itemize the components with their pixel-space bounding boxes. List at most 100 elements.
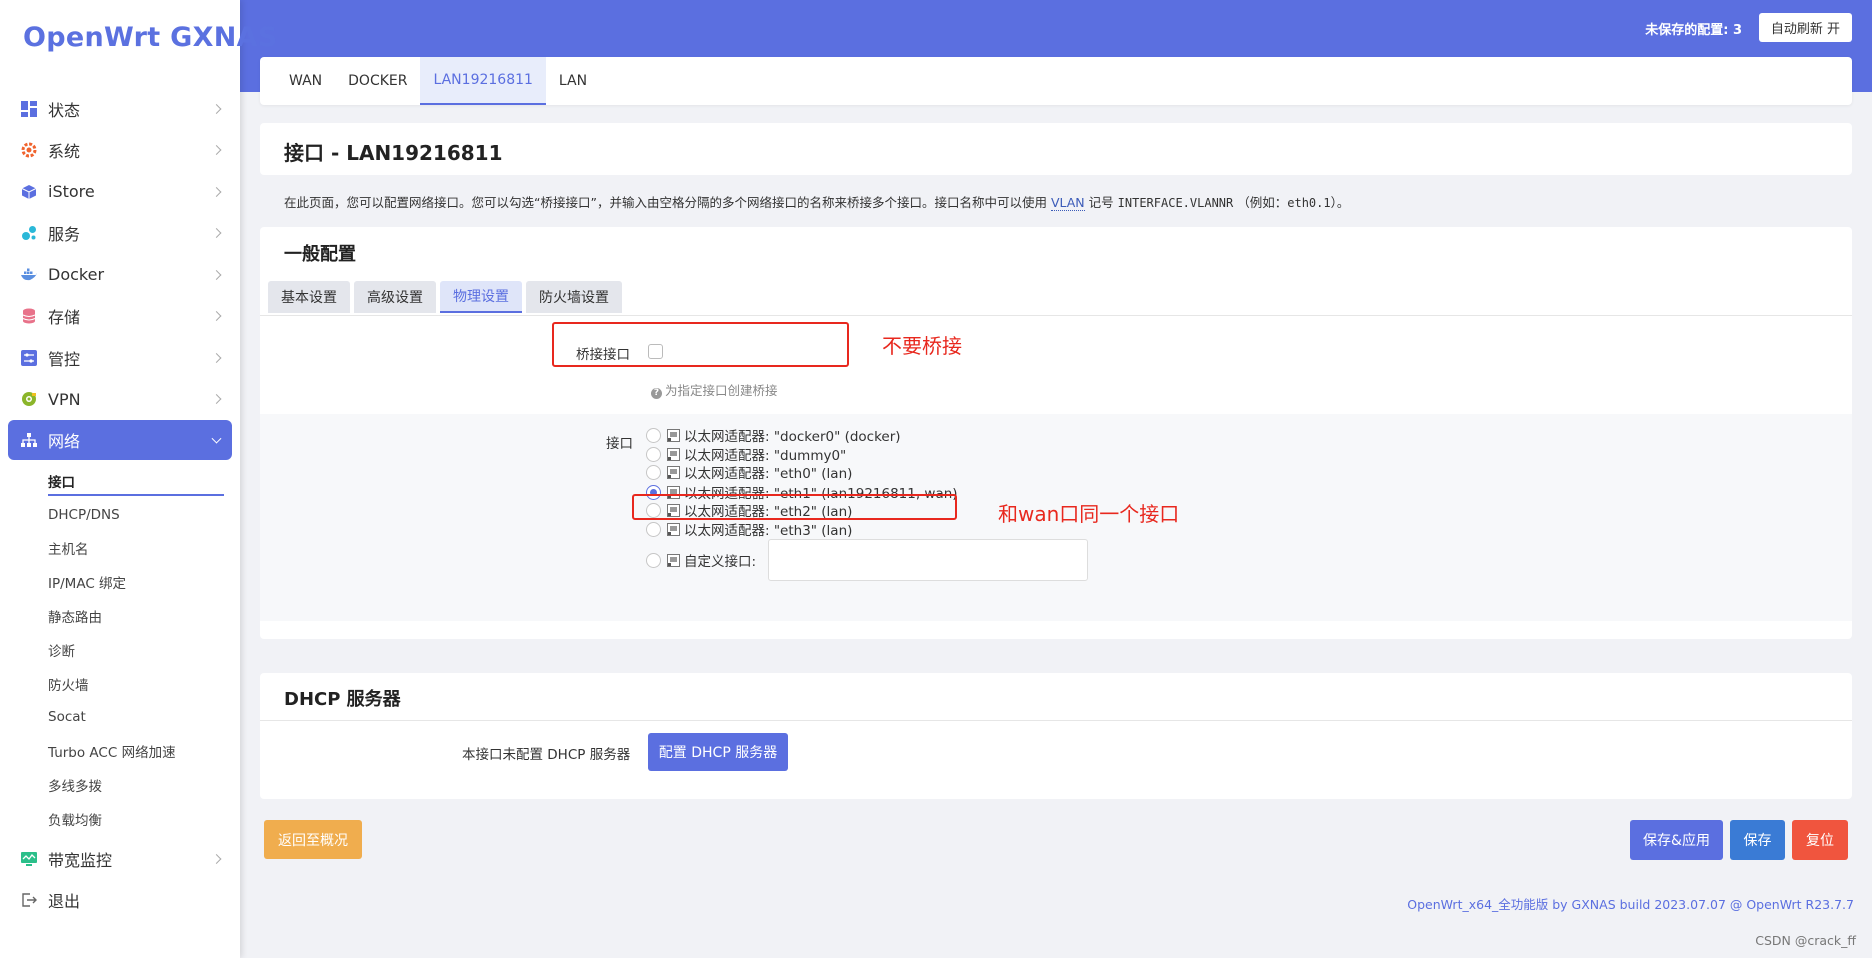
interface-option-custom[interactable]: 自定义接口:	[646, 550, 756, 570]
sidebar-item-istore[interactable]: iStore	[0, 171, 240, 213]
footer-text[interactable]: OpenWrt_x64_全功能版 by GXNAS build 2023.07.…	[1407, 894, 1854, 913]
chevron-right-icon	[211, 853, 222, 864]
annotation-box-interface	[632, 494, 957, 520]
submenu-item-interfaces[interactable]: 接口	[0, 464, 240, 498]
ethernet-icon	[667, 553, 680, 567]
puzzle-icon	[20, 224, 38, 242]
ethernet-icon	[667, 465, 680, 479]
option-label: 以太网适配器: "eth3" (lan)	[684, 523, 853, 539]
tab-lan[interactable]: LAN	[546, 57, 600, 105]
save-apply-button[interactable]: 保存&应用	[1630, 820, 1723, 860]
submenu-item-diagnostics[interactable]: 诊断	[0, 633, 240, 667]
sidebar-item-label: iStore	[48, 182, 95, 202]
description-code: INTERFACE.VLANNR	[1117, 196, 1234, 210]
interface-option-eth0[interactable]: 以太网适配器: "eth0" (lan)	[646, 462, 852, 482]
radio-button[interactable]	[646, 446, 661, 462]
sidebar-item-system[interactable]: 系统	[0, 130, 240, 172]
radio-button[interactable]	[646, 552, 661, 568]
sidebar-item-label: VPN	[48, 389, 81, 409]
configure-dhcp-button[interactable]: 配置 DHCP 服务器	[648, 733, 788, 771]
sidebar-item-logout[interactable]: 退出	[0, 879, 240, 921]
back-to-overview-button[interactable]: 返回至概况	[264, 820, 362, 859]
tab-firewall-settings[interactable]: 防火墙设置	[526, 281, 622, 313]
dhcp-server-panel: DHCP 服务器 本接口未配置 DHCP 服务器 配置 DHCP 服务器	[260, 673, 1852, 799]
vlan-link[interactable]: VLAN	[1050, 195, 1085, 211]
watermark: CSDN @crack_ff	[1755, 933, 1856, 948]
sidebar-item-label: 带宽监控	[48, 850, 113, 870]
save-button[interactable]: 保存	[1730, 820, 1785, 860]
submenu-item-load-balance[interactable]: 负载均衡	[0, 802, 240, 836]
radio-button[interactable]	[646, 464, 661, 480]
submenu-item-ip-mac-binding[interactable]: IP/MAC 绑定	[0, 565, 240, 599]
radio-button[interactable]	[646, 427, 661, 443]
submenu-item-socat[interactable]: Socat	[0, 701, 240, 735]
sliders-icon	[20, 349, 38, 367]
monitor-icon	[20, 850, 38, 868]
description-text: （例如：	[1237, 195, 1288, 210]
sidebar-item-docker[interactable]: Docker	[0, 254, 240, 296]
ethernet-icon	[667, 447, 680, 461]
section-title: 一般配置	[284, 244, 356, 265]
network-submenu: 接口 DHCP/DNS 主机名 IP/MAC 绑定 静态路由 诊断 防火墙 So…	[0, 460, 240, 838]
description-code: eth0.1	[1287, 196, 1331, 210]
reset-button[interactable]: 复位	[1792, 820, 1848, 860]
sidebar-item-storage[interactable]: 存储	[0, 296, 240, 338]
submenu-item-multi-dial[interactable]: 多线多拨	[0, 768, 240, 802]
option-label: 以太网适配器: "docker0" (docker)	[684, 429, 901, 445]
submenu-item-hostnames[interactable]: 主机名	[0, 532, 240, 566]
interface-option-docker0[interactable]: 以太网适配器: "docker0" (docker)	[646, 425, 901, 445]
sidebar-item-label: 状态	[48, 100, 81, 120]
dashboard-icon	[20, 100, 38, 118]
sidebar-item-label: 存储	[48, 308, 81, 328]
hint-text: 为指定接口创建桥接	[665, 383, 778, 398]
sidebar-menu: 状态 系统 iStore 服务 Docker 存储 管控 VPN 网络 接口 D…	[0, 88, 240, 921]
page-title: 接口 - LAN19216811	[284, 141, 503, 165]
unsaved-changes-link[interactable]: 未保存的配置: 3	[1645, 19, 1742, 38]
interface-tabs: WAN DOCKER LAN19216811 LAN	[260, 57, 1852, 105]
network-icon	[20, 431, 38, 449]
interface-option-dummy0[interactable]: 以太网适配器: "dummy0"	[646, 444, 846, 464]
chevron-right-icon	[211, 103, 222, 114]
sidebar-item-label: 退出	[48, 892, 81, 912]
chevron-right-icon	[211, 269, 222, 280]
submenu-item-turbo-acc[interactable]: Turbo ACC 网络加速	[0, 734, 240, 768]
custom-interface-input[interactable]	[768, 539, 1088, 581]
logo: OpenWrt GXNAS	[23, 22, 278, 53]
tab-lan19216811[interactable]: LAN19216811	[420, 57, 546, 105]
submenu-item-dhcp-dns[interactable]: DHCP/DNS	[0, 498, 240, 532]
description-text: 在此页面，您可以配置网络接口。您可以勾选“桥接接口”，并输入由空格分隔的多个网络…	[284, 195, 1047, 210]
interface-label: 接口	[606, 436, 633, 452]
tab-advanced-settings[interactable]: 高级设置	[354, 281, 436, 313]
general-config-panel: 一般配置 基本设置 高级设置 物理设置 防火墙设置 桥接接口 ? 为指定接口创建桥…	[260, 227, 1852, 639]
sidebar: OpenWrt GXNAS 状态 系统 iStore 服务 Docker 存储 …	[0, 0, 277, 958]
submenu-item-firewall[interactable]: 防火墙	[0, 667, 240, 701]
gear-icon	[20, 141, 38, 159]
sidebar-item-control[interactable]: 管控	[0, 337, 240, 379]
sidebar-item-vpn[interactable]: VPN	[0, 379, 240, 421]
sidebar-item-status[interactable]: 状态	[0, 88, 240, 130]
annotation-note-interface: 和wan口同一个接口	[998, 502, 1180, 526]
chevron-right-icon	[211, 311, 222, 322]
description-text: 记号	[1088, 195, 1114, 210]
description-text: ）。	[1330, 195, 1350, 210]
cube-icon	[20, 183, 38, 201]
interface-option-eth3[interactable]: 以太网适配器: "eth3" (lan)	[646, 519, 852, 539]
annotation-box-bridge	[552, 322, 849, 367]
bridge-row: 桥接接口 ? 为指定接口创建桥接	[260, 316, 1852, 414]
tab-docker[interactable]: DOCKER	[335, 57, 420, 105]
sidebar-item-services[interactable]: 服务	[0, 213, 240, 255]
chevron-right-icon	[211, 186, 222, 197]
sidebar-item-network[interactable]: 网络	[8, 420, 232, 460]
chevron-right-icon	[211, 394, 222, 405]
auto-refresh-button[interactable]: 自动刷新 开	[1758, 13, 1852, 42]
sidebar-item-bandwidth[interactable]: 带宽监控	[0, 838, 240, 880]
tab-physical-settings[interactable]: 物理设置	[440, 281, 522, 313]
tab-basic-settings[interactable]: 基本设置	[268, 281, 350, 313]
radio-button[interactable]	[646, 521, 661, 537]
tab-wan[interactable]: WAN	[276, 57, 335, 105]
sidebar-item-label: 网络	[48, 432, 81, 451]
ethernet-icon	[667, 428, 680, 442]
submenu-item-static-routes[interactable]: 静态路由	[0, 599, 240, 633]
logout-icon	[20, 891, 38, 909]
option-label: 以太网适配器: "dummy0"	[684, 448, 847, 464]
